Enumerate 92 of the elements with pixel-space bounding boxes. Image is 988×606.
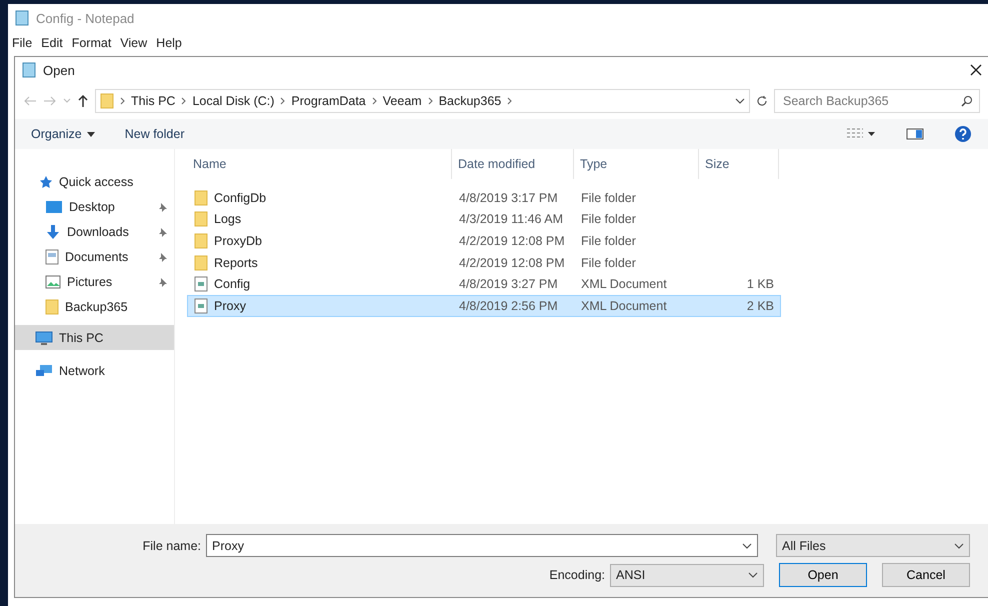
- breadcrumb-item[interactable]: This PC: [131, 94, 176, 108]
- menu-item[interactable]: Format: [72, 36, 112, 50]
- document-icon: [45, 248, 59, 264]
- file-row[interactable]: Proxy 4/8/2019 2:56 PM XML Document 2 KB: [187, 294, 781, 317]
- file-name: Logs: [214, 212, 242, 226]
- file-name: Proxy: [214, 298, 246, 313]
- pin-icon[interactable]: [158, 226, 168, 236]
- file-type-dropdown[interactable]: All Files: [776, 534, 970, 557]
- pin-icon[interactable]: [158, 276, 168, 286]
- nav-item[interactable]: Pictures: [15, 269, 174, 294]
- file-name: Config: [214, 277, 250, 292]
- file-row[interactable]: ProxyDb 4/2/2019 12:08 PM File folder: [187, 230, 781, 252]
- nav-item[interactable]: Backup365: [15, 294, 174, 319]
- file-name: ProxyDb: [214, 234, 262, 248]
- window-title: Config - Notepad: [36, 10, 134, 26]
- file-size: 1 KB: [746, 277, 774, 292]
- file-size: 2 KB: [746, 298, 774, 313]
- view-options-icon[interactable]: [846, 128, 876, 140]
- chevron-icon[interactable]: [507, 97, 512, 105]
- close-icon[interactable]: [970, 64, 982, 76]
- file-type: File folder: [581, 212, 636, 226]
- organize-button[interactable]: Organize: [31, 127, 95, 141]
- chevron-icon[interactable]: [372, 97, 377, 105]
- dropdown-caret-icon[interactable]: [748, 572, 758, 578]
- column-header[interactable]: Date modified: [452, 149, 574, 179]
- encoding-dropdown[interactable]: ANSI: [610, 564, 764, 586]
- pin-icon[interactable]: [158, 202, 168, 212]
- document-icon: [194, 276, 208, 292]
- breadcrumb-item[interactable]: Backup365: [438, 94, 502, 108]
- file-row[interactable]: Reports 4/2/2019 12:08 PM File folder: [187, 252, 781, 274]
- date-modified: 4/8/2019 3:17 PM: [459, 190, 558, 205]
- refresh-icon[interactable]: [756, 95, 768, 107]
- computer-icon: [35, 330, 53, 344]
- dropdown-caret-icon[interactable]: [742, 542, 752, 548]
- file-type: File folder: [581, 234, 636, 248]
- date-modified: 4/3/2019 11:46 AM: [459, 212, 564, 226]
- breadcrumb-item[interactable]: Local Disk (C:): [192, 94, 274, 108]
- date-modified: 4/2/2019 12:08 PM: [459, 234, 565, 248]
- nav-item[interactable]: Network: [15, 358, 174, 383]
- open-button[interactable]: Open: [779, 563, 867, 587]
- preview-pane-icon[interactable]: [906, 128, 924, 140]
- nav-item[interactable]: Quick access: [15, 169, 174, 194]
- breadcrumb-item[interactable]: ProgramData: [291, 94, 366, 108]
- file-row[interactable]: ConfigDb 4/8/2019 3:17 PM File folder: [187, 187, 781, 209]
- file-type: File folder: [581, 190, 636, 205]
- file-name-field[interactable]: Proxy: [206, 534, 758, 557]
- chevron-icon[interactable]: [428, 97, 433, 105]
- file-row[interactable]: Logs 4/3/2019 11:46 AM File folder: [187, 208, 781, 230]
- dropdown-caret-icon[interactable]: [86, 132, 95, 136]
- file-name: Reports: [214, 256, 258, 270]
- menu-item[interactable]: Edit: [41, 36, 63, 50]
- file-type: XML Document: [581, 277, 667, 292]
- pin-icon[interactable]: [158, 252, 168, 262]
- document-icon: [194, 298, 208, 314]
- file-type: File folder: [581, 256, 636, 270]
- help-icon[interactable]: [954, 125, 972, 143]
- nav-item[interactable]: Documents: [15, 244, 174, 269]
- dropdown-caret-icon[interactable]: [735, 98, 745, 104]
- chevron-icon[interactable]: [120, 97, 125, 105]
- nav-item[interactable]: Downloads: [15, 219, 174, 244]
- cancel-button[interactable]: Cancel: [882, 563, 970, 587]
- file-type: XML Document: [581, 298, 667, 313]
- star-icon: [39, 174, 53, 188]
- dropdown-caret-icon[interactable]: [954, 542, 964, 548]
- encoding-label: Encoding:: [549, 568, 605, 582]
- column-header[interactable]: Size: [699, 149, 779, 179]
- date-modified: 4/2/2019 12:08 PM: [459, 256, 565, 270]
- nav-item[interactable]: Desktop: [15, 194, 174, 219]
- address-bar[interactable]: This PC Local Disk (C:) ProgramData Veeam Backup365: [95, 89, 750, 113]
- chevron-icon[interactable]: [181, 97, 186, 105]
- up-arrow-icon[interactable]: [77, 94, 89, 108]
- search-icon[interactable]: [961, 95, 973, 107]
- column-header[interactable]: Name: [187, 149, 452, 179]
- file-name-label: File name:: [142, 538, 201, 552]
- column-header[interactable]: Type: [574, 149, 699, 179]
- search-box[interactable]: Search Backup365: [774, 89, 980, 113]
- menu-item[interactable]: File: [12, 36, 32, 50]
- file-name: ConfigDb: [214, 190, 266, 205]
- network-icon: [35, 364, 53, 378]
- image-icon: [45, 274, 61, 288]
- menu-item[interactable]: View: [120, 36, 148, 50]
- dialog-title: Open: [43, 62, 76, 78]
- date-modified: 4/8/2019 3:27 PM: [459, 277, 558, 292]
- new-folder-button[interactable]: New folder: [124, 127, 184, 141]
- down-arrow-icon: [45, 224, 61, 240]
- desktop-icon: [45, 200, 63, 214]
- menu-item[interactable]: Help: [156, 36, 182, 50]
- file-row[interactable]: Config 4/8/2019 3:27 PM XML Document 1 KB: [187, 273, 781, 295]
- date-modified: 4/8/2019 2:56 PM: [459, 298, 558, 313]
- breadcrumb-item[interactable]: Veeam: [382, 94, 422, 108]
- nav-item[interactable]: This PC: [15, 325, 174, 350]
- chevron-icon[interactable]: [280, 97, 286, 105]
